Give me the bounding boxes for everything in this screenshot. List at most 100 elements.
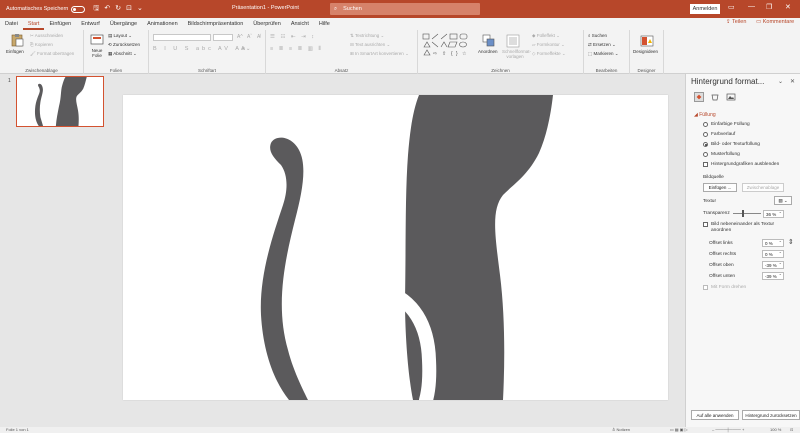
rotate-with-shape-option[interactable]: Mit Form drehen: [703, 285, 746, 290]
customize-icon[interactable]: ⌄: [137, 4, 143, 15]
layout-button[interactable]: ▤ Layout ⌄: [108, 33, 132, 39]
grow-font-icon[interactable]: A^: [237, 34, 243, 40]
autosave-toggle[interactable]: [71, 5, 86, 13]
reset-button[interactable]: ⟲ Zurücksetzen: [108, 42, 140, 48]
radio-picture-fill[interactable]: [703, 142, 708, 147]
format-painter-button[interactable]: 🖌 Format übertragen: [30, 51, 74, 57]
minimize-icon[interactable]: —: [748, 3, 755, 10]
offset-bottom-input[interactable]: -39 %: [762, 272, 784, 280]
offset-top-input[interactable]: -39 %: [762, 261, 784, 269]
apply-to-all-button[interactable]: Auf alle anwenden: [691, 410, 739, 420]
option-pattern-fill[interactable]: Musterfüllung: [703, 152, 740, 157]
tab-uebergaenge[interactable]: Übergänge: [105, 18, 142, 30]
tab-einfuegen[interactable]: Einfügen: [44, 18, 76, 30]
font-style-buttons[interactable]: B I U S abc AV Aa: [153, 46, 248, 52]
undo-icon[interactable]: ↶: [104, 4, 110, 15]
transparency-input[interactable]: 36 %: [763, 210, 784, 218]
zoom-slider[interactable]: – ────┼──── +: [712, 427, 744, 432]
shape-effects-button[interactable]: ◇ Formeffekte ⌄: [532, 51, 566, 57]
presentation-start-icon[interactable]: ⊡: [126, 4, 132, 15]
tab-datei[interactable]: Datei: [0, 18, 23, 30]
find-button[interactable]: ⌕ Suchen: [588, 33, 607, 38]
comments-button[interactable]: ▭ Kommentare: [756, 19, 794, 25]
zoom-level[interactable]: 100 %: [770, 427, 781, 432]
copy-button[interactable]: ⎘ Kopieren: [30, 42, 53, 47]
tile-option[interactable]: Bild nebeneinander als Textur anordnen: [703, 222, 781, 234]
shape-outline-button[interactable]: ▱ Formkontur ⌄: [532, 42, 565, 48]
quick-styles-button[interactable]: Schnellformat-vorlagen: [502, 49, 531, 59]
search-box[interactable]: ⌕ Suchen: [330, 3, 480, 15]
smartart-button[interactable]: ⊞ In SmartArt konvertieren ⌄: [350, 51, 409, 57]
design-ideas-button[interactable]: Designideen: [633, 49, 658, 54]
ribbon-options-icon[interactable]: ▭: [728, 3, 735, 11]
fit-slide-icon[interactable]: ⊡: [790, 427, 793, 432]
alignment-buttons[interactable]: ≡ ≣ ≡ ≣ ▥ ⫴: [270, 46, 323, 53]
transparency-slider-thumb[interactable]: [742, 210, 745, 217]
tile-checkbox[interactable]: [703, 222, 708, 227]
quick-styles-icon[interactable]: [506, 34, 520, 48]
picture-tab-icon[interactable]: [726, 92, 736, 102]
reset-background-button[interactable]: Hintergrund zurücksetzen: [742, 410, 800, 420]
notes-button[interactable]: ≙ Notizen: [612, 427, 630, 432]
close-icon[interactable]: ✕: [785, 3, 791, 11]
autosave[interactable]: Automatisches Speichern: [6, 5, 86, 13]
shape-fill-button[interactable]: ◆ Fülleffekt ⌄: [532, 33, 560, 39]
tab-animationen[interactable]: Animationen: [142, 18, 183, 30]
save-icon[interactable]: 🖫: [93, 4, 99, 15]
tab-hilfe[interactable]: Hilfe: [314, 18, 335, 30]
effects-tab-icon[interactable]: [710, 92, 720, 102]
new-slide-icon[interactable]: [90, 33, 104, 47]
panel-close-icon[interactable]: ✕: [790, 78, 795, 85]
hide-graphics-checkbox[interactable]: [703, 162, 708, 167]
fill-tab-icon[interactable]: [694, 92, 704, 102]
signin-button[interactable]: Anmelden: [690, 4, 720, 14]
new-slide-button[interactable]: Neue Folie: [88, 48, 106, 58]
tab-ansicht[interactable]: Ansicht: [286, 18, 314, 30]
rotate-with-shape-checkbox[interactable]: [703, 285, 708, 290]
slide-thumbnail[interactable]: [16, 76, 104, 127]
redo-icon[interactable]: ↻: [115, 4, 121, 15]
font-name-field[interactable]: [153, 34, 211, 41]
tab-start[interactable]: Start: [22, 18, 45, 30]
option-solid-fill[interactable]: Einfarbige Füllung: [703, 122, 750, 127]
view-buttons[interactable]: ▭ ▦ ▣ ▷: [670, 427, 688, 432]
align-text-button[interactable]: ⊟ Text ausrichten ⌄: [350, 42, 390, 48]
maximize-icon[interactable]: ❐: [766, 3, 772, 11]
clipboard-picture-button[interactable]: Zwischenablage: [742, 183, 784, 192]
tab-bildschirmpraesentation[interactable]: Bildschirmpräsentation: [183, 18, 249, 30]
paste-icon[interactable]: [10, 33, 24, 47]
list-buttons[interactable]: ☰ ☷ ⇤ ⇥ ↕: [270, 34, 316, 40]
tab-ueberpruefen[interactable]: Überprüfen: [248, 18, 286, 30]
shrink-font-icon[interactable]: Aˇ: [247, 34, 252, 40]
section-button[interactable]: ▦ Abschnitt ⌄: [108, 51, 137, 57]
replace-button[interactable]: ⇄ Ersetzen ⌄: [588, 42, 616, 48]
panel-options-icon[interactable]: ⌄: [778, 78, 783, 85]
fill-section-header[interactable]: ◢ Füllung: [694, 112, 716, 118]
shapes-gallery[interactable]: ⇨ ⇧ { } ☆: [422, 33, 476, 59]
option-picture-fill[interactable]: Bild- oder Texturfüllung: [703, 142, 760, 147]
transparency-slider-track[interactable]: [733, 213, 761, 214]
text-direction-button[interactable]: ⇅ Textrichtung ⌄: [350, 33, 384, 39]
select-button[interactable]: ⬚ Markieren ⌄: [588, 51, 619, 57]
font-size-field[interactable]: [213, 34, 233, 41]
texture-picker[interactable]: ▨ ⌄: [774, 196, 792, 205]
font-color-icon[interactable]: A ⌄: [241, 46, 251, 52]
arrange-icon[interactable]: [482, 34, 496, 48]
design-ideas-icon[interactable]: [640, 34, 654, 48]
radio-pattern-fill[interactable]: [703, 152, 708, 157]
share-button[interactable]: ⇪ Teilen: [726, 19, 746, 25]
clear-format-icon[interactable]: A̸: [257, 34, 260, 40]
tab-entwurf[interactable]: Entwurf: [76, 18, 105, 30]
cut-button[interactable]: ✂ Ausschneiden: [30, 33, 63, 39]
offset-right-input[interactable]: 0 %: [762, 250, 784, 258]
option-gradient-fill[interactable]: Farbverlauf: [703, 132, 735, 137]
insert-picture-button[interactable]: Einfügen ...: [703, 183, 737, 192]
radio-solid-fill[interactable]: [703, 122, 708, 127]
slide-canvas[interactable]: [123, 95, 668, 400]
paste-button[interactable]: Einfügen: [6, 49, 24, 54]
radio-gradient-fill[interactable]: [703, 132, 708, 137]
hide-graphics-option[interactable]: Hintergrundgrafiken ausblenden: [703, 162, 779, 167]
offset-left-input[interactable]: 0 %: [762, 239, 784, 247]
quick-access-toolbar: 🖫 ↶ ↻ ⊡ ⌄: [93, 4, 142, 15]
arrange-button[interactable]: Anordnen: [478, 49, 498, 54]
